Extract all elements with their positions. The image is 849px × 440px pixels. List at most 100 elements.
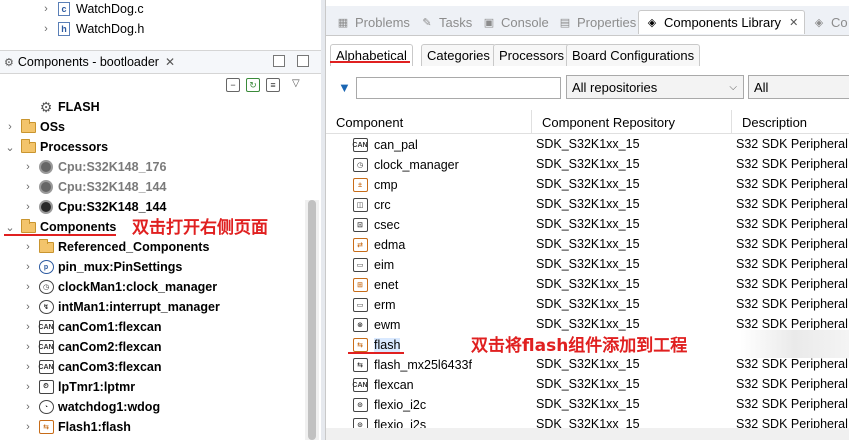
close-icon[interactable]: ✕ [789, 16, 798, 29]
tree-item[interactable]: ⌄ Processors [4, 137, 108, 157]
components-view-icon: ⚙ [4, 56, 14, 69]
crc-icon: ◫ [352, 197, 368, 213]
component-cell[interactable]: ◷ clock_manager [352, 157, 459, 173]
chevron-right-icon[interactable]: › [22, 281, 34, 293]
tab-problems[interactable]: ▦ Problems [330, 10, 416, 34]
view-menu-icon[interactable]: ▽ [292, 78, 300, 92]
chevron-down-icon[interactable]: ⌄ [4, 221, 16, 234]
chevron-right-icon[interactable]: › [22, 321, 34, 333]
component-cell[interactable]: ⇆ flash [352, 337, 401, 353]
filter-text-input[interactable] [356, 77, 561, 99]
chevron-right-icon[interactable]: › [22, 421, 34, 433]
minimize-button[interactable] [273, 55, 285, 67]
chevron-right-icon[interactable]: › [22, 401, 34, 413]
table-row[interactable]: CAN flexcan SDK_S32K1xx_15 S32 SDK Peripher… [326, 374, 849, 394]
chevron-right-icon[interactable]: › [22, 381, 34, 393]
component-cell[interactable]: CAN can_pal [352, 137, 418, 153]
chevron-right-icon[interactable]: › [22, 261, 34, 273]
table-row[interactable]: ▭ eim SDK_S32K1xx_15 S32 SDK Peripheral [326, 254, 849, 274]
description-cell: S32 SDK Peripheral [736, 297, 848, 311]
component-cell[interactable]: ⊞ enet [352, 277, 398, 293]
tree-item[interactable]: › ◷ clockMan1:clock_manager [22, 277, 217, 297]
tree-item[interactable]: › CAN canCom2:flexcan [22, 337, 162, 357]
tree-item[interactable]: › ⇆ Flash1:flash [22, 417, 131, 437]
chevron-right-icon[interactable]: › [22, 341, 34, 353]
chevron-right-icon[interactable]: › [22, 301, 34, 313]
tree-item[interactable]: › ◔ watchdog1:wdog [22, 397, 160, 417]
collapse-all-icon[interactable]: − [226, 78, 240, 92]
tree-item[interactable]: › p pin_mux:PinSettings [22, 257, 182, 277]
chevron-right-icon[interactable]: › [22, 241, 34, 253]
chevron-right-icon[interactable]: › [4, 121, 16, 133]
tree-scrollbar[interactable] [305, 200, 319, 440]
tree-item-watchdog-c[interactable]: › c WatchDog.c [40, 0, 144, 19]
generate-code-icon[interactable]: ↻ [246, 78, 260, 92]
component-cell[interactable]: ⊡ csec [352, 217, 400, 233]
chevron-right-icon[interactable]: › [22, 181, 34, 193]
component-cell[interactable]: ◫ crc [352, 197, 391, 213]
column-header-repository[interactable]: Component Repository [531, 110, 731, 134]
filter-icon: ▼ [338, 80, 351, 95]
chevron-right-icon[interactable]: › [40, 3, 52, 15]
tree-item[interactable]: › CAN canCom3:flexcan [22, 357, 162, 377]
component-cell[interactable]: ⊙ flexio_i2c [352, 397, 426, 413]
repository-select[interactable]: All repositories ⌵ [566, 75, 744, 99]
component-name: can_pal [374, 138, 418, 152]
component-cell[interactable]: ⇄ edma [352, 237, 405, 253]
tab-properties[interactable]: ▤ Properties [552, 10, 642, 34]
table-row[interactable]: ⊞ enet SDK_S32K1xx_15 S32 SDK Peripheral [326, 274, 849, 294]
component-cell[interactable]: ± cmp [352, 177, 398, 193]
chevron-down-icon[interactable]: ⌄ [4, 141, 16, 154]
tree-item[interactable]: › OSs [4, 117, 65, 137]
tree-item-watchdog-h[interactable]: › h WatchDog.h [40, 19, 144, 39]
tree-item[interactable]: › Cpu:S32K148_144 [22, 177, 166, 197]
table-h-scrollbar[interactable] [326, 428, 849, 440]
folder-icon [20, 218, 36, 235]
category-select[interactable]: All [748, 75, 849, 99]
table-row[interactable]: ◫ crc SDK_S32K1xx_15 S32 SDK Peripheral [326, 194, 849, 214]
tab-components-library[interactable]: ◈ Components Library ✕ [638, 10, 806, 34]
table-row[interactable]: CAN can_pal SDK_S32K1xx_15 S32 SDK Peripher… [326, 134, 849, 154]
scrollbar-thumb[interactable] [308, 200, 316, 440]
tree-item[interactable]: › ⏲ lpTmr1:lptmr [22, 377, 135, 397]
column-header-description[interactable]: Description [731, 110, 849, 134]
description-cell: S32 SDK Peripheral [736, 317, 848, 331]
tree-item[interactable]: › Referenced_Components [22, 237, 209, 257]
table-row[interactable]: ± cmp SDK_S32K1xx_15 S32 SDK Peripheral [326, 174, 849, 194]
repository-cell: SDK_S32K1xx_15 [536, 177, 640, 191]
column-header-component[interactable]: Component [326, 110, 531, 134]
tree-item[interactable]: › Cpu:S32K148_176 [22, 157, 166, 177]
subtab-categories[interactable]: Categories [421, 44, 496, 66]
component-name: crc [374, 198, 391, 212]
console-icon: ▣ [483, 16, 495, 29]
description-cell: S32 SDK Peripheral [736, 157, 848, 171]
filter-components-icon[interactable]: ≡ [266, 78, 280, 92]
tab-co[interactable]: ◈ Co [806, 10, 849, 34]
component-cell[interactable]: ⇆ flash_mx25l6433f [352, 357, 472, 373]
chevron-right-icon[interactable]: › [22, 201, 34, 213]
component-cell[interactable]: ⊗ ewm [352, 317, 400, 333]
chevron-right-icon[interactable]: › [22, 161, 34, 173]
repository-cell: SDK_S32K1xx_15 [536, 137, 640, 151]
table-row[interactable]: ⊙ flexio_i2c SDK_S32K1xx_15 S32 SDK Periphe… [326, 394, 849, 414]
table-row[interactable]: ⇄ edma SDK_S32K1xx_15 S32 SDK Peripheral [326, 234, 849, 254]
tree-item[interactable]: › CAN canCom1:flexcan [22, 317, 162, 337]
component-badge: ⇆ [352, 338, 368, 352]
subtab-board-configurations[interactable]: Board Configurations [566, 44, 701, 66]
table-row[interactable]: ⊡ csec SDK_S32K1xx_15 S32 SDK Peripheral [326, 214, 849, 234]
component-cell[interactable]: ▭ erm [352, 297, 396, 313]
left-panel: › c WatchDog.c › h WatchDog.h ⚙ Componen… [0, 0, 321, 440]
component-cell[interactable]: CAN flexcan [352, 377, 414, 393]
table-row[interactable]: ▭ erm SDK_S32K1xx_15 S32 SDK Peripheral [326, 294, 849, 314]
tree-item[interactable]: › ↯ intMan1:interrupt_manager [22, 297, 220, 317]
chevron-right-icon[interactable]: › [40, 23, 52, 35]
table-row[interactable]: ◷ clock_manager SDK_S32K1xx_15 S32 SDK Peri… [326, 154, 849, 174]
maximize-button[interactable] [297, 55, 309, 67]
tree-item[interactable]: ⚙ FLASH [22, 97, 100, 117]
close-icon[interactable]: ✕ [165, 55, 175, 69]
component-cell[interactable]: ▭ eim [352, 257, 394, 273]
chevron-right-icon[interactable]: › [22, 361, 34, 373]
tab-console[interactable]: ▣ Console [476, 10, 555, 34]
subtab-processors[interactable]: Processors [493, 44, 571, 66]
tab-tasks[interactable]: ✎ Tasks [414, 10, 478, 34]
